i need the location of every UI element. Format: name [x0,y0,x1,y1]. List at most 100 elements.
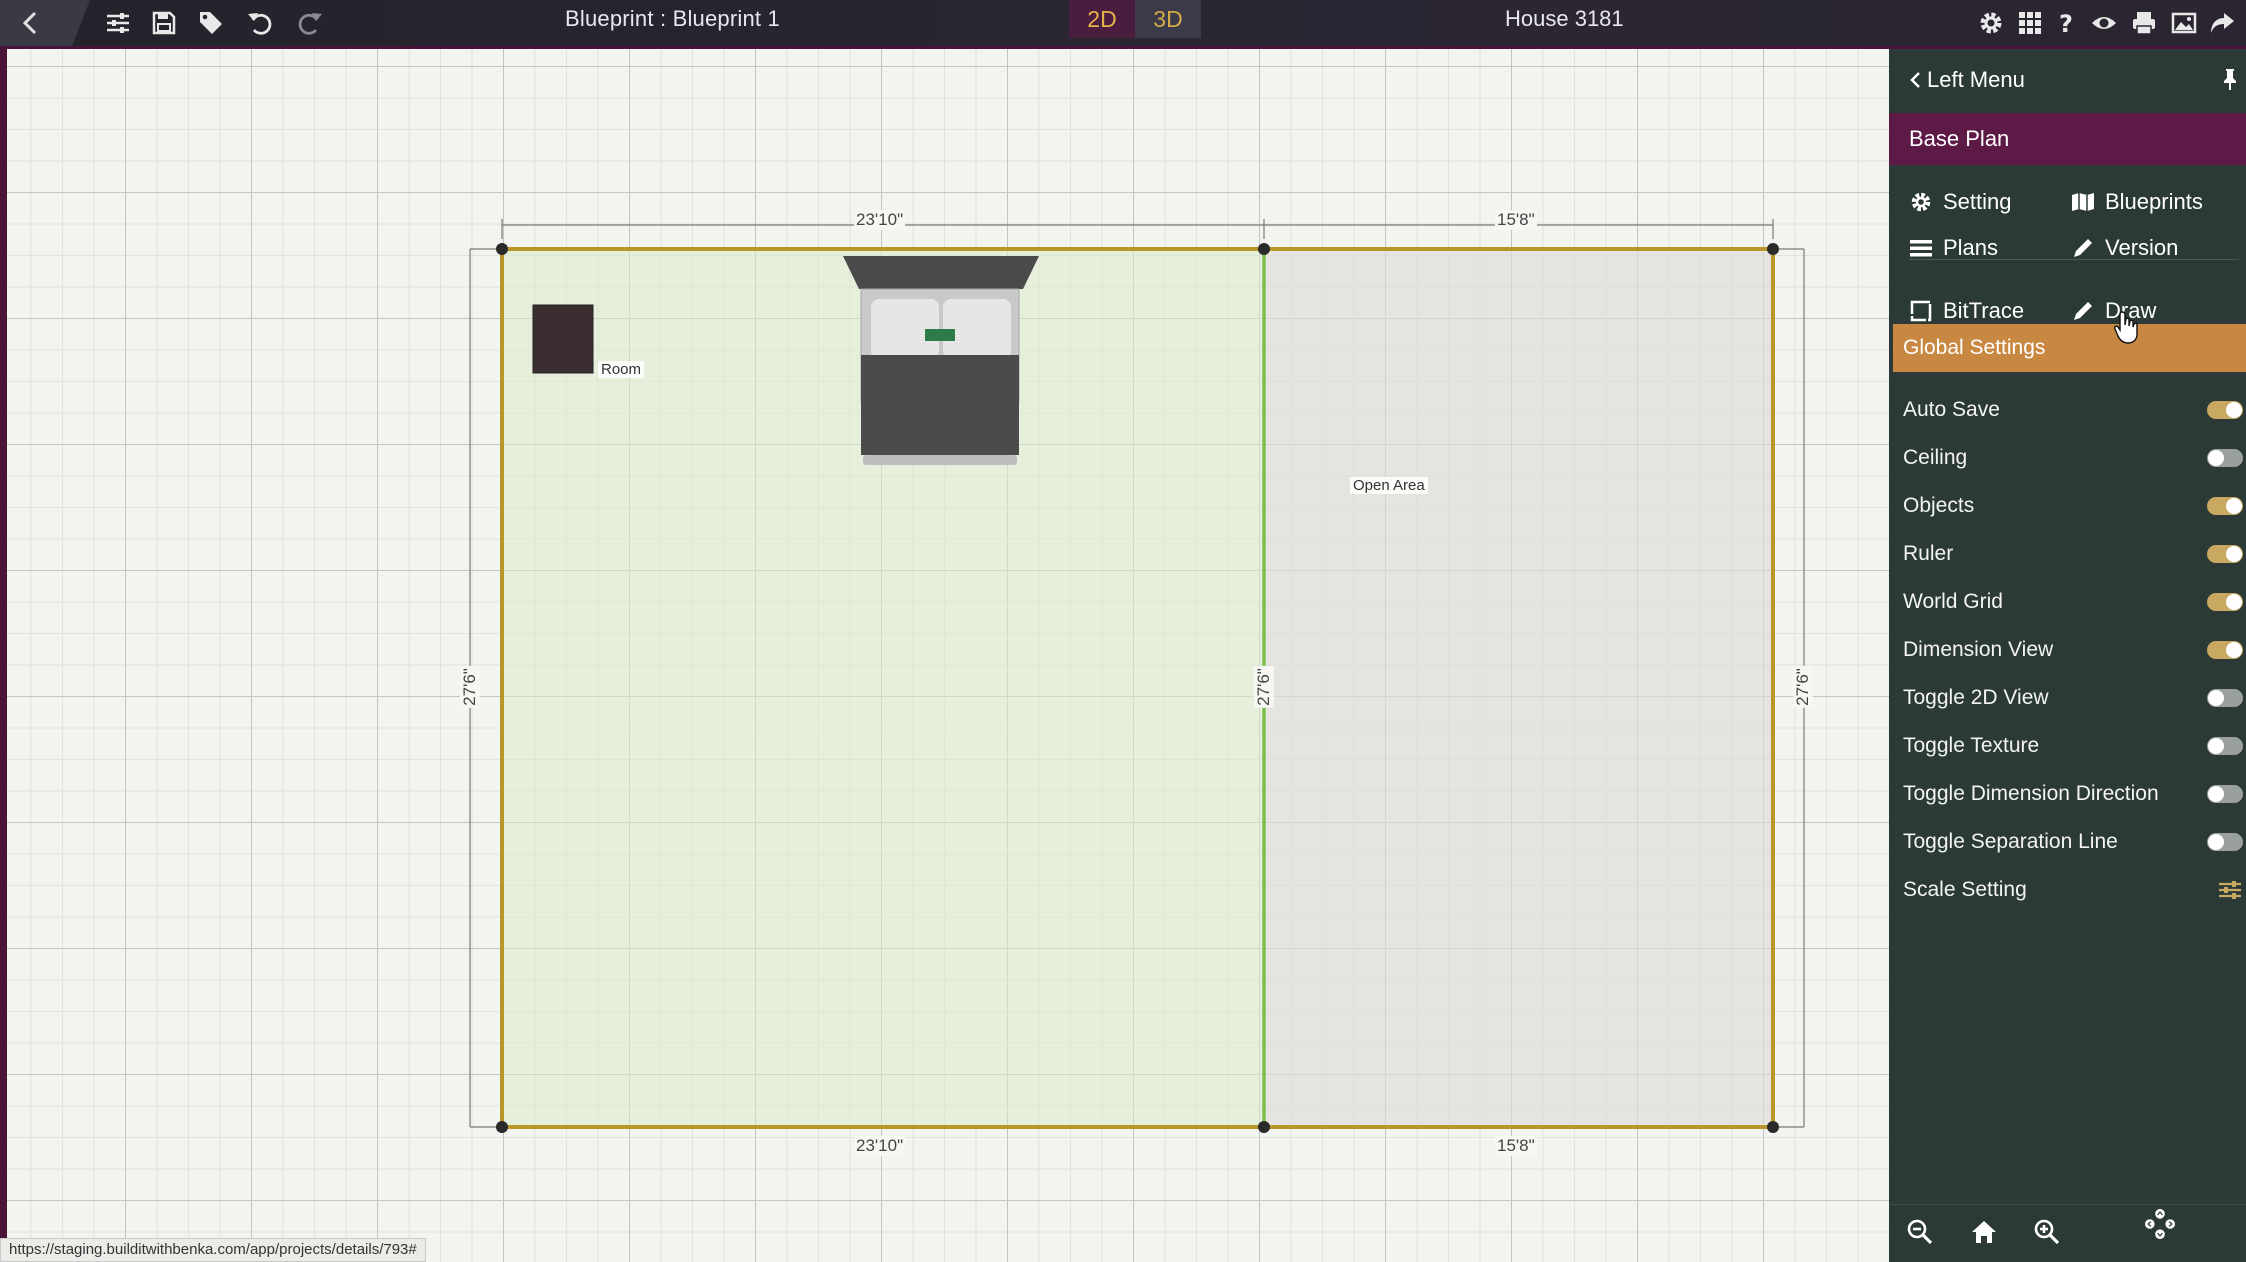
menu-version-label: Version [2105,235,2179,260]
corner-node[interactable] [1767,243,1779,255]
objects-toggle[interactable] [2207,497,2243,515]
pan-control[interactable] [2145,1209,2195,1259]
tag-button[interactable] [194,6,228,40]
toggle-2d-view-toggle[interactable] [2207,689,2243,707]
setting-row-world-grid: World Grid [1903,582,2243,622]
setting-row-toggle-texture: Toggle Texture [1903,726,2243,766]
ceiling-toggle[interactable] [2207,449,2243,467]
floor-plan-drawing [469,219,1805,1133]
menu-plans[interactable]: Plans [1909,228,1998,268]
undo-button[interactable] [243,6,277,40]
setting-row-scale-setting[interactable]: Scale Setting [1903,870,2243,910]
setting-row-toggle-2d-view: Toggle 2D View [1903,678,2243,718]
preview-button[interactable] [2087,6,2121,40]
view-3d-button[interactable]: 3D [1135,0,1201,38]
redo-button[interactable] [293,6,327,40]
toggle-dimension-direction-toggle[interactable] [2207,785,2243,803]
setting-label: Objects [1903,494,1975,517]
corner-node[interactable] [1258,243,1270,255]
svg-text:?: ? [2059,10,2073,37]
setting-label: Toggle Separation Line [1903,830,2118,853]
toggle-texture-toggle[interactable] [2207,737,2243,755]
undo-icon [248,13,272,35]
tag-icon [200,12,222,34]
dimension-label-top-left: 23'10" [854,210,906,230]
setting-label: Scale Setting [1903,878,2027,901]
zoom-out-button[interactable] [1905,1217,1935,1247]
print-button[interactable] [2127,6,2161,40]
hand-cursor-icon [2114,311,2138,344]
sliders-icon [107,13,129,33]
global-settings-header[interactable]: Global Settings [1893,324,2246,372]
zoom-in-button[interactable] [2032,1217,2062,1247]
floor-plan-canvas[interactable]: 23'10" 15'8" 23'10" 15'8" 27'6" 27'6" 27… [7,49,1889,1262]
help-icon: ? [2059,10,2073,37]
grid-icon [2019,12,2041,34]
chevron-left-icon [1910,72,1920,88]
setting-label: Auto Save [1903,398,2000,421]
bed-object[interactable] [843,256,1039,465]
cabinet-object[interactable] [532,304,594,374]
help-button[interactable]: ? [2049,6,2083,40]
map-icon [2072,193,2094,211]
gear-icon [1980,12,2002,34]
crop-icon [1910,300,1932,322]
corner-node[interactable] [1767,1121,1779,1133]
toggle-separation-line-toggle[interactable] [2207,833,2243,851]
setting-row-dimension-view: Dimension View [1903,630,2243,670]
dimension-label-bottom-left: 23'10" [854,1136,906,1156]
ruler-toggle[interactable] [2207,545,2243,563]
room-label: Room [598,361,645,378]
settings-button[interactable] [1974,6,2008,40]
eye-icon [2092,17,2116,29]
gear-icon [1911,192,1931,212]
corner-node[interactable] [496,243,508,255]
menu-blueprints[interactable]: Blueprints [2071,182,2203,222]
left-menu-toggle[interactable]: Left Menu [1909,67,2025,93]
zoom-controls [1889,1204,2246,1262]
dimension-label-top-right: 15'8" [1495,210,1537,230]
image-button[interactable] [2167,6,2201,40]
save-icon [152,11,176,35]
menu-divider [1909,259,2239,260]
image-icon [2171,12,2197,34]
sliders-button[interactable] [101,6,135,40]
sliders-icon[interactable] [2217,877,2243,903]
menu-setting[interactable]: Setting [1909,182,2012,222]
auto-save-toggle[interactable] [2207,401,2243,419]
setting-label: Ceiling [1903,446,1968,469]
dimension-label-bottom-right: 15'8" [1495,1136,1537,1156]
dimension-view-toggle[interactable] [2207,641,2243,659]
menu-setting-label: Setting [1943,189,2012,214]
corner-node[interactable] [1258,1121,1270,1133]
status-url: https://staging.builditwithbenka.com/app… [0,1238,426,1262]
setting-row-toggle-separation-line: Toggle Separation Line [1903,822,2243,862]
open-area-floor[interactable] [1264,249,1773,1127]
base-plan-header[interactable]: Base Plan [1889,113,2246,165]
menu-version[interactable]: Version [2071,228,2178,268]
dimension-label-middle: 27'6" [1253,666,1274,708]
back-button[interactable] [0,0,90,46]
grid-button[interactable] [2013,6,2047,40]
save-button[interactable] [147,6,181,40]
zoom-in-icon [2034,1219,2060,1245]
menu-plans-label: Plans [1943,235,1999,260]
home-view-button[interactable] [1969,1217,1999,1247]
setting-label: Toggle Dimension Direction [1903,782,2159,805]
left-menu-edge[interactable] [0,49,7,1262]
print-icon [2133,12,2155,35]
list-icon [1910,240,1932,257]
left-menu-label: Left Menu [1927,67,2025,92]
share-button[interactable] [2205,6,2239,40]
corner-node[interactable] [496,1121,508,1133]
panel-header: Left Menu [1889,49,2246,113]
share-icon [2211,13,2234,33]
world-grid-toggle[interactable] [2207,593,2243,611]
house-title: House 3181 [1505,6,1624,31]
top-toolbar: Blueprint : Blueprint 1 2D 3D House 3181… [0,0,2246,49]
home-icon [1972,1221,1996,1243]
blueprint-title: Blueprint : Blueprint 1 [565,6,780,31]
view-2d-button[interactable]: 2D [1069,0,1135,38]
pin-icon[interactable] [2218,67,2242,91]
setting-row-auto-save: Auto Save [1903,390,2243,430]
